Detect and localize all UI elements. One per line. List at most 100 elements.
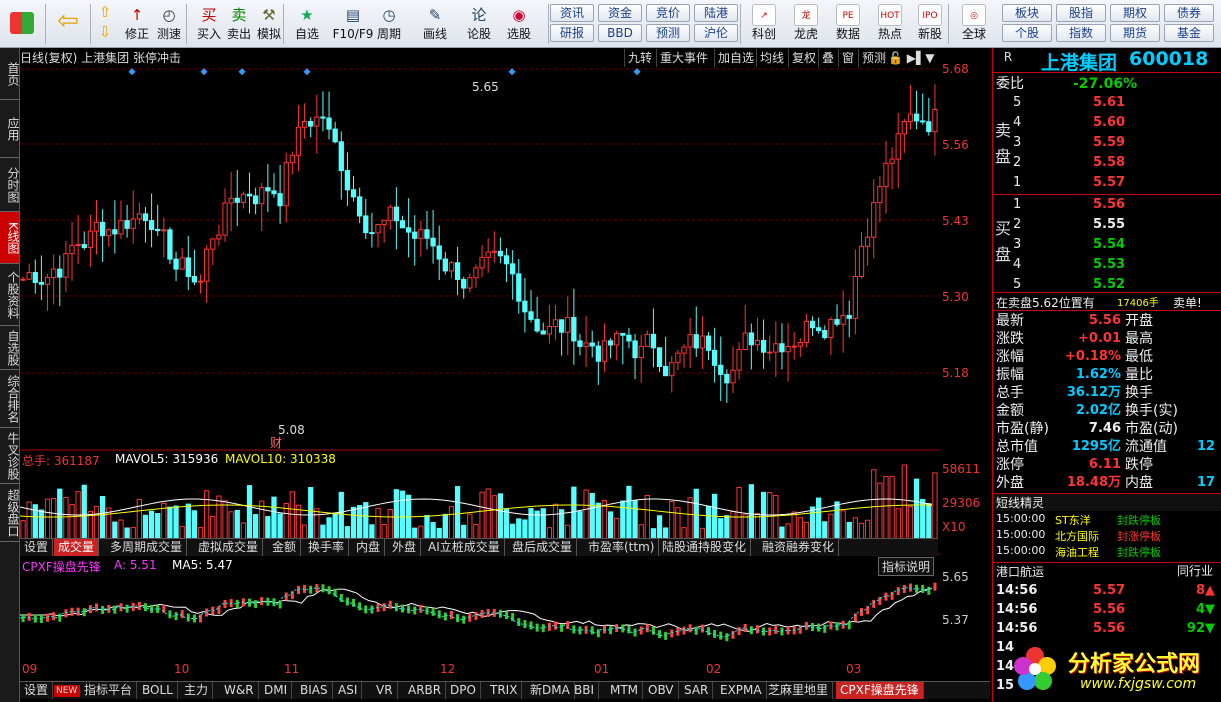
chart-tab[interactable]: 复权 [788,49,819,67]
indicator-tab[interactable]: SAR [680,682,714,699]
sell-price[interactable]: 5.61 [1093,94,1221,112]
grid-button[interactable]: 期货 [1110,24,1160,42]
grid-button[interactable]: 指数 [1056,24,1106,42]
chart-tab[interactable]: 加自选 [714,49,757,67]
indicator-tab[interactable]: ASI [334,682,363,699]
grid-button[interactable]: 基金 [1164,24,1214,42]
lock-icon[interactable]: 🔓 ▶▌▼ [888,49,938,67]
volume-tab[interactable]: 市盈率(ttm) [584,539,660,556]
buy-price[interactable]: 5.54 [1093,236,1221,254]
volume-tab[interactable]: 融资融券变化 [758,539,840,556]
sector-right[interactable]: 同行业 [1177,562,1213,580]
grid-button[interactable]: 预测 [646,24,690,42]
indicator-tab[interactable]: OBV [644,682,679,699]
indicator-tab[interactable]: EXPMA [716,682,767,699]
toolbar-button-8[interactable]: ✎ 画线 [418,2,452,46]
volume-tab[interactable]: 内盘 [352,539,386,556]
grid-button[interactable]: 陆港 [694,4,738,22]
sell-price[interactable]: 5.57 [1093,174,1221,192]
indicator-tab[interactable]: VR [372,682,398,699]
indicator-tab[interactable]: ARBR [404,682,447,699]
indicator-tab[interactable]: W&R [220,682,259,699]
volume-tab[interactable]: 成交量 [54,539,100,556]
short-stock[interactable]: ST东洋 [1055,512,1091,528]
buy-price[interactable]: 5.56 [1093,196,1221,214]
left-nav-item[interactable]: 综合排名 [0,370,20,428]
left-nav-item[interactable]: 超级盘口 [0,484,20,542]
toolbar-button-1[interactable]: ◴ 测速 [152,2,186,46]
sell-price[interactable]: 5.60 [1093,114,1221,132]
toolbar-button-6[interactable]: ▤ F10/F9 [330,2,376,46]
toolbar-button-2[interactable]: 买买入 [192,2,226,46]
left-nav-item[interactable]: 分时图 [0,158,20,212]
grid-button[interactable]: 竞价 [646,4,690,22]
toolbar-button-mid-1[interactable]: 龙龙虎 [788,2,824,46]
volume-tab[interactable]: 虚拟成交量 [194,539,264,556]
toolbar-button-5[interactable]: ★ 自选 [290,2,324,46]
grid-button[interactable]: 沪伦 [694,24,738,42]
grid-button[interactable]: 研报 [550,24,594,42]
chart-tab[interactable]: 叠 [818,49,837,67]
indicator-tab[interactable]: 设置 [20,682,54,699]
volume-tab[interactable]: 盘后成交量 [508,539,578,556]
toolbar-button-4[interactable]: ⚒ 模拟 [252,2,286,46]
grid-button[interactable]: 板块 [1002,4,1052,22]
indicator-tab[interactable]: CPXF操盘先锋 [836,682,924,699]
chart-tab[interactable]: 九转 [624,49,655,67]
indicator-tab[interactable]: BOLL [138,682,178,699]
toolbar-button-mid-3[interactable]: HOT 热点 [872,2,908,46]
chart-tab[interactable]: 均线 [756,49,787,67]
left-nav-item[interactable]: 个股资料 [0,264,20,326]
toolbar-button-3[interactable]: 卖卖出 [222,2,256,46]
indicator-tab[interactable]: TRIX [486,682,523,699]
volume-tab[interactable]: 金额 [268,539,302,556]
indicator-tab[interactable]: DPO [446,682,481,699]
left-nav-item[interactable]: 应用 [0,100,20,158]
back-arrow-icon[interactable]: ⇦ [48,2,88,46]
left-nav-item[interactable]: K线图 [0,212,20,264]
toolbar-button-mid-5[interactable]: ◎ 全球 [956,2,992,46]
chart-tab[interactable]: 窗 [838,49,857,67]
grid-button[interactable]: 个股 [1002,24,1052,42]
volume-tab[interactable]: 多周期成交量 [106,539,188,556]
toolbar-button-0[interactable]: ↑ 修正 [120,2,154,46]
indicator-tab[interactable]: BIAS [296,682,333,699]
toolbar-button-mid-4[interactable]: IPO 新股 [912,2,948,46]
kline-chart[interactable] [20,67,940,681]
indicator-tab[interactable]: 指标平台 [80,682,138,699]
volume-tab[interactable]: 陆股通持股变化 [658,539,752,556]
indicator-tab[interactable]: 主力 [180,682,214,699]
volume-tab[interactable]: 换手率 [304,539,350,556]
chart-tab[interactable]: 预测 [858,49,889,67]
volume-tab[interactable]: AI立桩成交量 [424,539,505,556]
toolbar-button-10[interactable]: ◉ 选股 [502,2,536,46]
buy-price[interactable]: 5.55 [1093,216,1221,234]
volume-tab[interactable]: 外盘 [388,539,422,556]
toolbar-button-mid-2[interactable]: PE 数据 [830,2,866,46]
indicator-tab[interactable]: 芝麻里地里 [764,682,834,699]
indicator-tab[interactable]: BBI [570,682,600,699]
toolbar-button-7[interactable]: ◷ 周期 [372,2,406,46]
left-nav-item[interactable]: 首页 [0,48,20,100]
indicator-help-button[interactable]: 指标说明 [878,557,935,576]
grid-button[interactable]: 期权 [1110,4,1160,22]
indicator-tab[interactable]: MTM [606,682,644,699]
toolbar-button-mid-0[interactable]: ↗ 科创 [746,2,782,46]
indicator-tab[interactable]: 新DMA [526,682,575,699]
chart-tab[interactable]: 重大事件 [656,49,711,67]
windows-icon[interactable] [4,2,40,46]
grid-button[interactable]: BBD [598,24,642,42]
indicator-tab[interactable]: NEW [54,685,81,697]
left-nav-item[interactable]: 自选股 [0,326,20,370]
grid-button[interactable]: 股指 [1056,4,1106,22]
left-nav-item[interactable]: 牛叉诊股 [0,428,20,484]
indicator-tab[interactable]: DMI [260,682,293,699]
grid-button[interactable]: 资金 [598,4,642,22]
sell-price[interactable]: 5.59 [1093,134,1221,152]
short-stock[interactable]: 海油工程 [1055,544,1099,560]
grid-button[interactable]: 资讯 [550,4,594,22]
grid-button[interactable]: 债券 [1164,4,1214,22]
volume-tab[interactable]: 设置 [20,539,54,556]
toolbar-button-9[interactable]: 论论股 [462,2,496,46]
short-stock[interactable]: 北方国际 [1055,528,1099,544]
